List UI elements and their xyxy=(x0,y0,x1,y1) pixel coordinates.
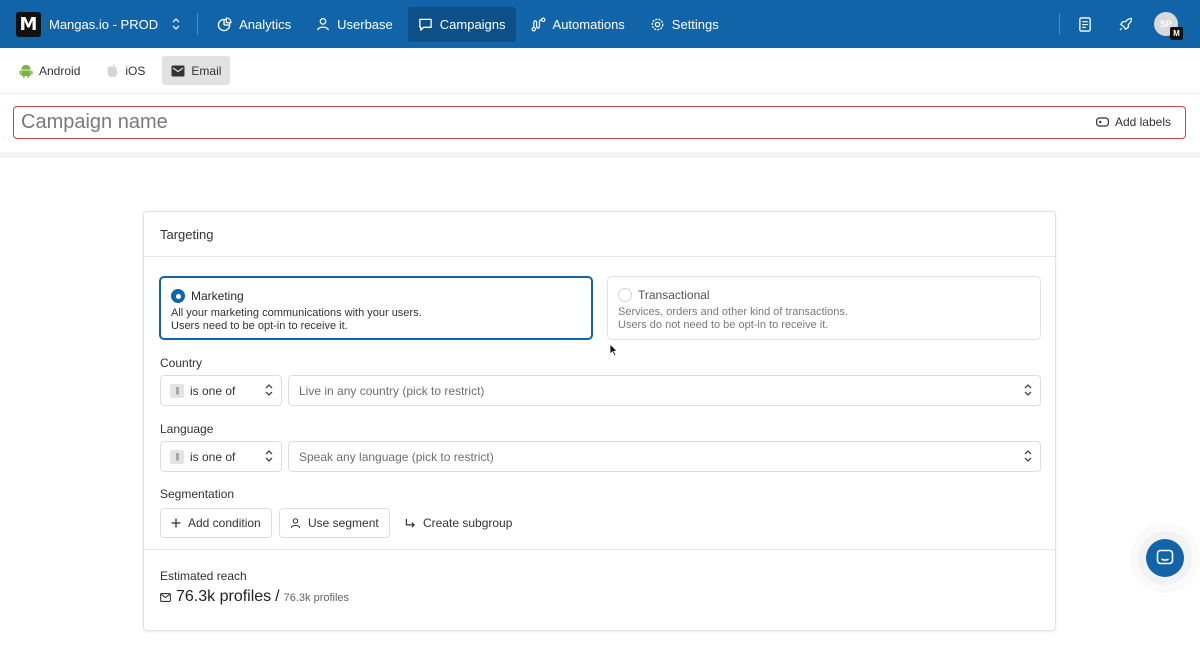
nav-userbase-label: Userbase xyxy=(337,16,393,32)
chevron-up-down-icon xyxy=(1024,384,1032,396)
channel-tabs: Android iOS Email xyxy=(0,48,1200,94)
workspace-switcher[interactable]: M Mangas.io - PROD xyxy=(16,0,182,48)
top-navigation: M Mangas.io - PROD Analytics Userbase Ca… xyxy=(0,0,1200,48)
reach-value: 76.3k profiles xyxy=(176,588,272,605)
language-operator-value: is one of xyxy=(190,449,236,464)
option-marketing-desc-1: All your marketing communications with y… xyxy=(171,307,422,319)
create-subgroup-label: Create subgroup xyxy=(423,516,513,530)
option-transactional-title: Transactional xyxy=(638,288,710,302)
campaign-name-field[interactable]: Add labels xyxy=(13,106,1186,139)
nav-analytics-label: Analytics xyxy=(239,16,292,32)
campaign-name-bar: Add labels xyxy=(0,95,1200,158)
tab-email[interactable]: Email xyxy=(162,56,231,85)
country-operator-value: is one of xyxy=(190,383,236,398)
option-marketing[interactable]: Marketing All your marketing communicati… xyxy=(159,276,593,340)
rocket-icon xyxy=(1118,17,1132,31)
targeting-card: Targeting Marketing All your marketing c… xyxy=(143,211,1056,631)
targeting-title: Targeting xyxy=(144,212,1055,257)
country-select[interactable]: Live in any country (pick to restrict) xyxy=(288,375,1041,406)
tab-email-label: Email xyxy=(191,63,222,78)
nav-automations-label: Automations xyxy=(552,16,625,32)
flow-icon xyxy=(531,17,546,31)
language-select-placeholder: Speak any language (pick to restrict) xyxy=(299,449,494,464)
tag-icon xyxy=(1095,117,1109,127)
option-transactional-desc-1: Services, orders and other kind of trans… xyxy=(618,306,848,318)
use-segment-label: Use segment xyxy=(308,516,379,530)
chevron-up-down-icon xyxy=(265,450,273,462)
announcements-button[interactable] xyxy=(1114,13,1136,35)
nav-campaigns-label: Campaigns xyxy=(439,16,506,32)
support-chat-button[interactable] xyxy=(1146,539,1184,577)
option-transactional-desc-2: Users do not need to be opt-in to receiv… xyxy=(618,319,829,331)
chevron-up-down-icon xyxy=(1024,450,1032,462)
chat-icon xyxy=(1156,549,1174,565)
nav-right-actions: SP M xyxy=(1059,0,1200,48)
avatar-workspace-badge: M xyxy=(1170,27,1183,40)
add-labels-button[interactable]: Add labels xyxy=(1095,115,1171,129)
nav-divider xyxy=(197,13,199,35)
workspace-name: Mangas.io - PROD xyxy=(49,16,159,32)
add-labels-label: Add labels xyxy=(1114,115,1171,129)
card-divider xyxy=(144,549,1055,550)
reach-separator: / xyxy=(275,588,280,605)
option-marketing-desc-2: Users need to be opt-in to receive it. xyxy=(171,320,348,332)
tab-android-label: Android xyxy=(39,63,81,78)
add-condition-label: Add condition xyxy=(188,516,261,530)
country-label: Country xyxy=(160,356,203,370)
segmentation-label: Segmentation xyxy=(160,487,235,501)
chevron-up-down-icon xyxy=(265,384,273,396)
tab-ios[interactable]: iOS xyxy=(97,56,154,85)
campaign-name-input[interactable] xyxy=(21,111,1021,134)
language-select[interactable]: Speak any language (pick to restrict) xyxy=(288,441,1041,472)
user-icon xyxy=(317,17,329,31)
document-icon xyxy=(1079,16,1091,32)
nav-settings-label: Settings xyxy=(671,16,719,32)
nav-analytics[interactable]: Analytics xyxy=(207,7,301,42)
add-condition-button[interactable]: Add condition xyxy=(160,508,272,538)
nav-automations[interactable]: Automations xyxy=(521,7,635,42)
user-avatar[interactable]: SP M xyxy=(1154,12,1183,40)
language-operator-select[interactable]: ||| is one of xyxy=(160,441,282,472)
radio-unselected-icon[interactable] xyxy=(618,288,632,302)
user-icon xyxy=(290,518,301,528)
reach-total: 76.3k profiles xyxy=(283,592,350,604)
apple-icon xyxy=(107,64,118,77)
list-icon: ||| xyxy=(170,449,184,464)
option-transactional[interactable]: Transactional Services, orders and other… xyxy=(607,276,1041,340)
docs-button[interactable] xyxy=(1074,13,1096,35)
use-segment-button[interactable]: Use segment xyxy=(279,508,390,538)
mangas-logo: M xyxy=(16,11,41,37)
language-label: Language xyxy=(160,422,214,436)
gear-icon xyxy=(651,18,664,30)
corner-down-right-icon xyxy=(405,518,416,528)
chevron-up-down-icon xyxy=(170,17,182,31)
tab-ios-label: iOS xyxy=(125,63,146,78)
plus-icon xyxy=(171,518,181,528)
list-icon: ||| xyxy=(170,383,184,398)
mail-icon xyxy=(171,65,185,76)
nav-settings[interactable]: Settings xyxy=(640,7,729,42)
estimated-reach-label: Estimated reach xyxy=(160,569,247,583)
mouse-cursor-icon xyxy=(609,343,618,357)
option-marketing-title: Marketing xyxy=(191,289,244,303)
message-square-icon xyxy=(418,18,432,31)
nav-userbase[interactable]: Userbase xyxy=(306,7,403,42)
create-subgroup-button[interactable]: Create subgroup xyxy=(405,508,512,538)
mail-outline-icon xyxy=(160,593,171,602)
tab-android[interactable]: Android xyxy=(10,56,89,85)
nav-campaigns[interactable]: Campaigns xyxy=(407,6,516,42)
estimated-reach: 76.3k profiles / 76.3k profiles xyxy=(160,588,349,606)
radio-selected-icon[interactable] xyxy=(171,289,185,303)
country-operator-select[interactable]: ||| is one of xyxy=(160,375,282,406)
country-select-placeholder: Live in any country (pick to restrict) xyxy=(299,383,485,398)
nav-divider xyxy=(1059,13,1060,35)
android-icon xyxy=(19,64,33,78)
chart-pie-icon xyxy=(217,16,232,31)
